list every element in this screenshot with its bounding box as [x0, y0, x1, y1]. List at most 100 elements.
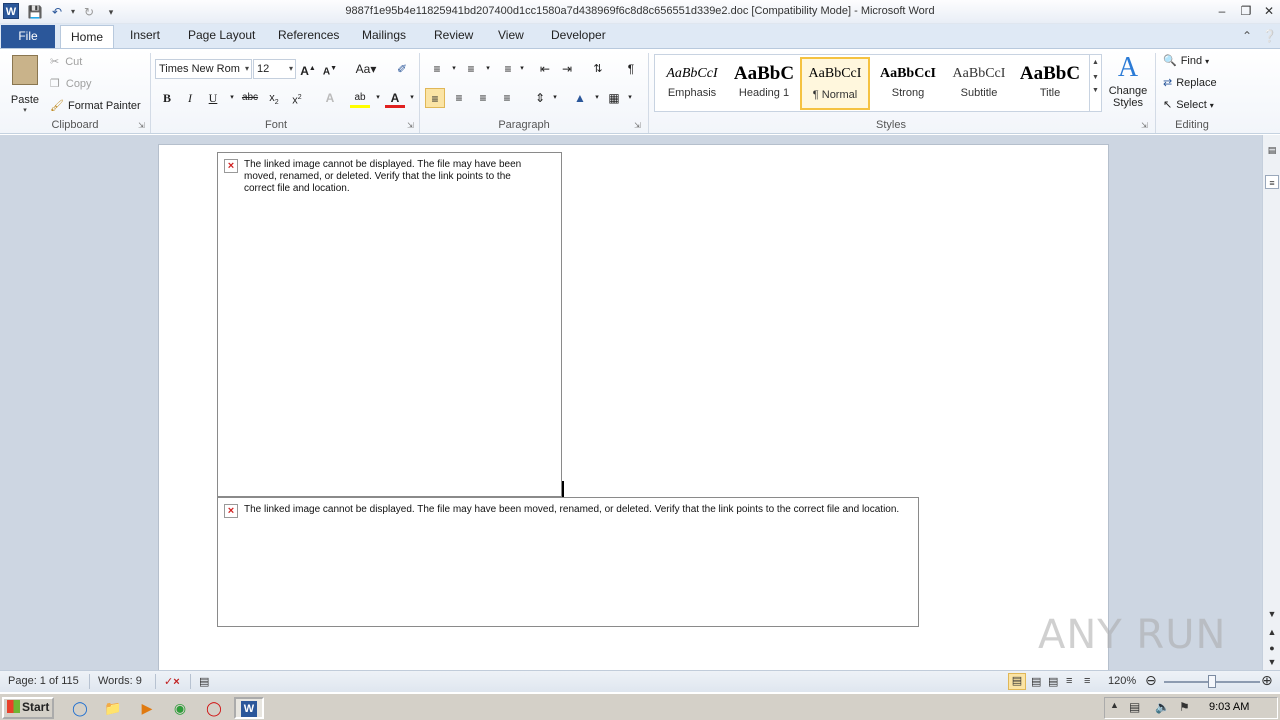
- document-page[interactable]: × The linked image cannot be displayed. …: [158, 144, 1109, 679]
- tab-references[interactable]: References: [278, 28, 339, 42]
- clock[interactable]: 9:03 AM: [1209, 701, 1249, 713]
- strikethrough-icon[interactable]: abc: [240, 88, 260, 108]
- highlight-color-icon[interactable]: ab: [350, 88, 370, 108]
- numbering-dropdown-icon[interactable]: ▾: [478, 59, 498, 79]
- tab-file[interactable]: File: [1, 25, 55, 48]
- style-normal[interactable]: AaBbCcI ¶ Normal: [800, 57, 870, 110]
- broken-image-2[interactable]: × The linked image cannot be displayed. …: [217, 497, 919, 627]
- taskbar-word-button[interactable]: W: [234, 697, 264, 719]
- font-name-dropdown-icon[interactable]: ▾: [245, 60, 249, 78]
- text-effects-icon[interactable]: A: [320, 88, 340, 108]
- draft-icon[interactable]: ≡: [1084, 675, 1090, 687]
- gallery-more-icon[interactable]: ▼: [1090, 87, 1101, 94]
- select-dropdown-icon[interactable]: ▾: [1210, 101, 1214, 110]
- underline-dropdown-icon[interactable]: ▾: [222, 88, 242, 108]
- print-layout-icon[interactable]: ▤: [1008, 673, 1026, 690]
- italic-icon[interactable]: I: [180, 88, 200, 108]
- zoom-out-icon[interactable]: ⊖: [1145, 672, 1157, 689]
- font-size-box[interactable]: 12 ▾: [253, 59, 296, 79]
- chrome-icon[interactable]: ◉: [169, 698, 191, 718]
- superscript-icon[interactable]: x2: [287, 88, 307, 108]
- shrink-font-icon[interactable]: A▼: [320, 59, 340, 79]
- styles-gallery-scroll[interactable]: ▲ ▼ ▼: [1089, 55, 1101, 111]
- opera-icon[interactable]: ◯: [203, 698, 225, 718]
- styles-launcher-icon[interactable]: ⇲: [1141, 121, 1148, 130]
- media-player-icon[interactable]: ▶: [136, 698, 158, 718]
- cut-button[interactable]: ✂ Cut: [50, 55, 82, 68]
- sort-icon[interactable]: ⇅: [588, 59, 608, 79]
- proofing-icon[interactable]: ✓×: [164, 675, 180, 688]
- tab-insert[interactable]: Insert: [130, 28, 160, 42]
- bold-icon[interactable]: B: [157, 88, 177, 108]
- style-subtitle[interactable]: AaBbCcI Subtitle: [944, 57, 1014, 110]
- minimize-ribbon-icon[interactable]: ⌃: [1242, 29, 1252, 43]
- help-icon[interactable]: ❔: [1262, 29, 1277, 43]
- page-count[interactable]: Page: 1 of 115: [8, 675, 79, 687]
- font-size-dropdown-icon[interactable]: ▾: [289, 60, 293, 78]
- tab-view[interactable]: View: [498, 28, 524, 42]
- file-explorer-icon[interactable]: 📁: [102, 698, 124, 718]
- show-paragraph-marks-icon[interactable]: ¶: [621, 59, 641, 79]
- format-painter-button[interactable]: 🖌 Format Painter: [50, 99, 141, 112]
- change-case-icon[interactable]: Aa▾: [352, 59, 380, 79]
- tab-home[interactable]: Home: [60, 25, 114, 49]
- web-layout-icon[interactable]: ▤: [1048, 675, 1058, 688]
- zoom-in-icon[interactable]: ⊕: [1261, 672, 1273, 689]
- tab-developer[interactable]: Developer: [551, 28, 606, 42]
- find-button[interactable]: 🔍 Find ▾: [1163, 54, 1209, 67]
- font-name-box[interactable]: Times New Rom ▾: [155, 59, 252, 79]
- outline-icon[interactable]: ≡: [1066, 675, 1072, 687]
- line-spacing-dropdown-icon[interactable]: ▾: [545, 88, 565, 108]
- close-icon[interactable]: ✕: [1258, 2, 1280, 20]
- zoom-slider-thumb[interactable]: [1208, 675, 1216, 688]
- start-button[interactable]: Start: [2, 697, 54, 719]
- find-dropdown-icon[interactable]: ▾: [1205, 57, 1209, 66]
- multilevel-dropdown-icon[interactable]: ▾: [512, 59, 532, 79]
- paste-dropdown-icon[interactable]: ▾: [8, 106, 42, 114]
- underline-icon[interactable]: U: [203, 88, 223, 108]
- gallery-up-icon[interactable]: ▲: [1090, 59, 1101, 66]
- clear-formatting-icon[interactable]: ✐: [392, 59, 412, 79]
- next-page-icon[interactable]: ▼: [1265, 655, 1279, 669]
- previous-page-icon[interactable]: ▲: [1265, 625, 1279, 639]
- style-strong[interactable]: AaBbCcI Strong: [873, 57, 943, 110]
- decrease-indent-icon[interactable]: ⇤: [535, 59, 555, 79]
- font-launcher-icon[interactable]: ⇲: [407, 121, 414, 130]
- scroll-down-icon[interactable]: ▼: [1265, 607, 1279, 621]
- style-heading-1[interactable]: AaBbC Heading 1: [729, 57, 799, 110]
- scroll-thumb[interactable]: ≡: [1265, 175, 1279, 189]
- paste-button[interactable]: Paste ▾: [8, 53, 42, 114]
- subscript-icon[interactable]: x2: [264, 88, 284, 108]
- zoom-level[interactable]: 120%: [1108, 675, 1136, 687]
- borders-dropdown-icon[interactable]: ▾: [620, 88, 640, 108]
- paragraph-launcher-icon[interactable]: ⇲: [634, 121, 641, 130]
- align-center-icon[interactable]: ≡: [449, 88, 469, 108]
- gallery-down-icon[interactable]: ▼: [1090, 74, 1101, 81]
- change-styles-button[interactable]: A Change Styles: [1106, 53, 1150, 110]
- action-center-flag-icon[interactable]: ⚑: [1179, 700, 1190, 714]
- align-right-icon[interactable]: ≡: [473, 88, 493, 108]
- tab-mailings[interactable]: Mailings: [362, 28, 406, 42]
- replace-button[interactable]: ⇄ Replace: [1163, 76, 1217, 89]
- clipboard-launcher-icon[interactable]: ⇲: [138, 121, 145, 130]
- grow-font-icon[interactable]: A▲: [298, 59, 318, 79]
- internet-explorer-icon[interactable]: ◯: [69, 698, 91, 718]
- full-screen-reading-icon[interactable]: ▤: [1031, 675, 1041, 688]
- tray-expand-icon[interactable]: ▲: [1110, 700, 1119, 710]
- network-icon[interactable]: ▤: [1129, 700, 1140, 714]
- word-count[interactable]: Words: 9: [98, 675, 142, 687]
- ruler-toggle-icon[interactable]: ▤: [1265, 143, 1279, 157]
- select-button[interactable]: ↖ Select ▾: [1163, 98, 1214, 111]
- restore-icon[interactable]: ❐: [1235, 2, 1257, 20]
- browse-object-icon[interactable]: ●: [1265, 641, 1279, 655]
- align-left-icon[interactable]: ≡: [425, 88, 445, 108]
- copy-button[interactable]: ❐ Copy: [50, 77, 92, 90]
- style-emphasis[interactable]: AaBbCcI Emphasis: [657, 57, 727, 110]
- macro-recording-icon[interactable]: ▤: [199, 675, 209, 688]
- vertical-scrollbar[interactable]: ▤ ≡ ▼ ▲ ● ▼: [1262, 135, 1280, 670]
- tab-review[interactable]: Review: [434, 28, 473, 42]
- tab-page-layout[interactable]: Page Layout: [188, 28, 255, 42]
- minimize-icon[interactable]: –: [1211, 2, 1233, 20]
- increase-indent-icon[interactable]: ⇥: [557, 59, 577, 79]
- justify-icon[interactable]: ≡: [497, 88, 517, 108]
